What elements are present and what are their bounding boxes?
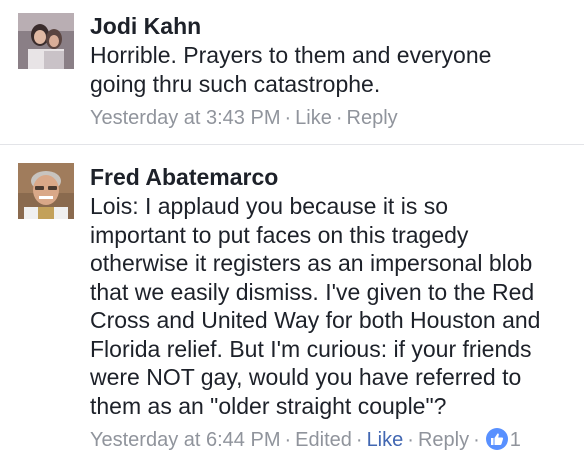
comment-meta: Yesterday at 3:43 PM · Like · Reply: [90, 104, 574, 132]
comment-author[interactable]: Jodi Kahn: [90, 11, 574, 41]
comment-text: Horrible. Prayers to them and everyone g…: [90, 42, 492, 97]
separator: ·: [284, 107, 292, 129]
separator: ·: [407, 429, 414, 451]
edited-link[interactable]: Edited: [295, 429, 352, 451]
comment-timestamp[interactable]: Yesterday at 3:43 PM: [90, 107, 281, 129]
comment-timestamp[interactable]: Yesterday at 6:44 PM: [90, 429, 281, 451]
comment-body: Jodi Kahn Horrible. Prayers to them and …: [90, 11, 574, 132]
like-link[interactable]: Like: [295, 107, 332, 129]
comment-fred-abatemarco: Fred Abatemarco Lois: I applaud you beca…: [0, 145, 584, 454]
avatar[interactable]: [18, 13, 74, 69]
reaction-count[interactable]: 1: [510, 429, 521, 451]
comment-author[interactable]: Fred Abatemarco: [90, 162, 574, 192]
reply-link[interactable]: Reply: [418, 429, 469, 451]
separator: ·: [335, 107, 343, 129]
comment-body: Fred Abatemarco Lois: I applaud you beca…: [90, 162, 574, 454]
thumbs-up-icon[interactable]: [485, 428, 508, 450]
separator: ·: [473, 429, 480, 451]
comment-jodi-kahn: Jodi Kahn Horrible. Prayers to them and …: [0, 0, 584, 145]
comment-text: Lois: I applaud you because it is so imp…: [90, 193, 541, 419]
separator: ·: [355, 429, 363, 451]
like-link[interactable]: Like: [367, 429, 404, 451]
reply-link[interactable]: Reply: [347, 107, 398, 129]
comment-meta: Yesterday at 6:44 PM · Edited · Like · Reply · …: [90, 426, 574, 454]
separator: ·: [284, 429, 292, 451]
avatar[interactable]: [18, 163, 74, 219]
